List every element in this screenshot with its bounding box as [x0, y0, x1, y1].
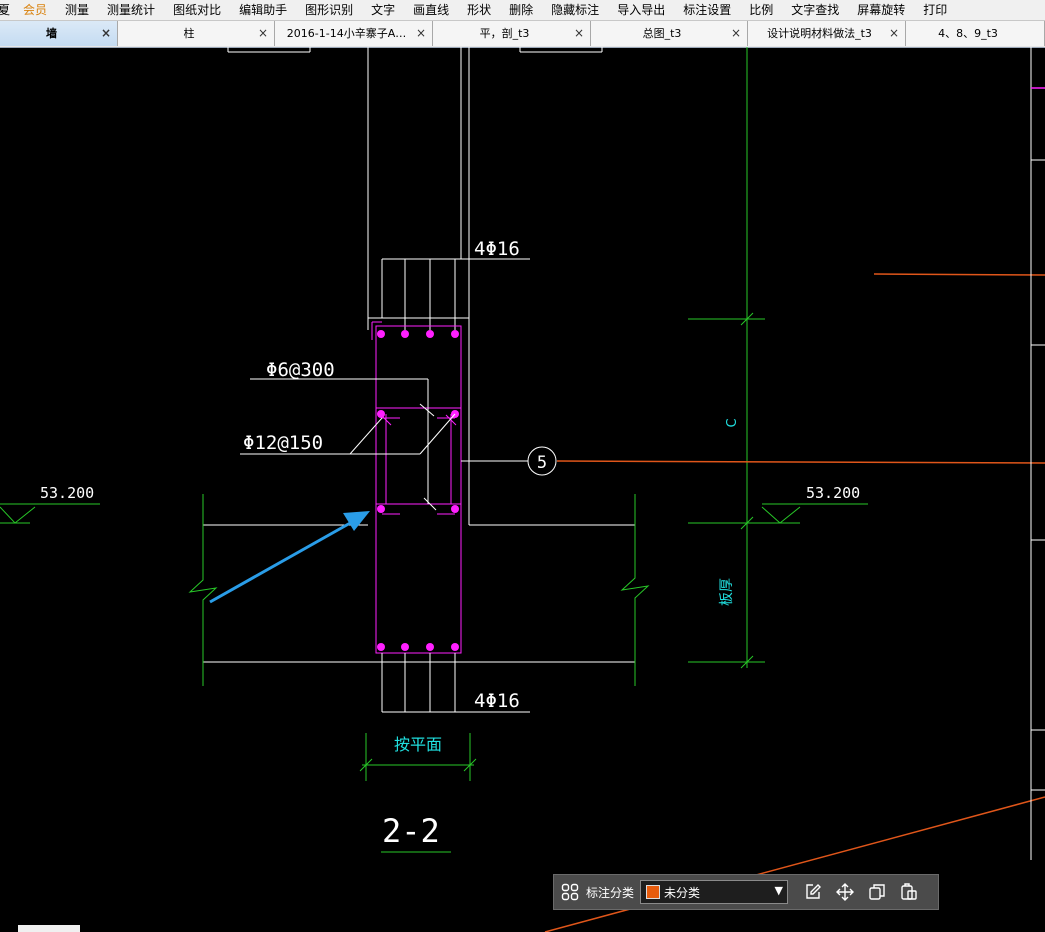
menu-item-9[interactable]: 形状	[458, 0, 500, 20]
tab-label: 2016-1-14小辛寨子A…	[286, 27, 407, 40]
tab-0[interactable]: 墙 ×	[0, 21, 118, 46]
tab-6[interactable]: 4、8、9_t3	[906, 21, 1045, 46]
edit-icon[interactable]	[802, 881, 824, 903]
break-line-left	[188, 494, 218, 686]
status-bar-fragment	[18, 925, 80, 932]
dim-slab-label: 板厚	[719, 578, 735, 606]
tab-label: 4、8、9_t3	[938, 27, 998, 40]
menu-bar: 夏会员测量测量统计图纸对比编辑助手图形识别文字画直线形状删除隐藏标注导入导出标注…	[0, 0, 1045, 21]
copy-icon[interactable]	[866, 881, 888, 903]
menu-item-4[interactable]: 图纸对比	[164, 0, 230, 20]
tab-label: 平，剖_t3	[479, 27, 530, 40]
cad-drawing-canvas[interactable]: 4Φ16 Φ6@300 Φ12@150 5 53.200 53.200 4Φ16…	[0, 47, 1045, 932]
annotation-category-value: 未分类	[664, 885, 701, 900]
grid-icon[interactable]	[559, 881, 581, 903]
document-tab-bar: 墙 × 柱 × 2016-1-14小辛寨子A… × 平，剖_t3 × 总图_t3 × 设计说明材料做…	[0, 21, 1045, 48]
tie-bar-label: Φ12@150	[243, 432, 323, 454]
rebar-top-label: 4Φ16	[474, 238, 520, 260]
menu-item-12[interactable]: 导入导出	[608, 0, 674, 20]
menu-item-14[interactable]: 比例	[740, 0, 782, 20]
orange-line-diagonal	[544, 796, 1045, 932]
annotation-category-label: 标注分类	[586, 885, 635, 900]
axis-line-5	[556, 460, 1045, 464]
menu-item-17[interactable]: 打印	[914, 0, 956, 20]
close-icon[interactable]: ×	[258, 21, 268, 46]
menu-item-1[interactable]: 会员	[14, 0, 56, 20]
menu-item-2[interactable]: 测量	[56, 0, 98, 20]
menu-item-15[interactable]: 文字查找	[782, 0, 848, 20]
tab-label: 柱	[183, 27, 195, 40]
menu-item-13[interactable]: 标注设置	[674, 0, 740, 20]
menu-item-8[interactable]: 画直线	[404, 0, 458, 20]
chevron-down-icon: ▼	[774, 884, 784, 897]
right-frame	[1030, 47, 1045, 860]
dim-width-label: 按平面	[394, 735, 442, 754]
break-line-right	[620, 494, 650, 686]
tab-label: 设计说明材料做法_t3	[767, 27, 872, 40]
paste-icon[interactable]	[898, 881, 920, 903]
close-icon[interactable]: ×	[101, 21, 111, 46]
close-icon[interactable]: ×	[889, 21, 899, 46]
menu-item-16[interactable]: 屏幕旋转	[848, 0, 914, 20]
annotation-category-select[interactable]: 未分类 ▼	[640, 880, 789, 904]
grid-bubble-label: 5	[537, 453, 547, 473]
tab-label: 总图_t3	[642, 27, 682, 40]
tab-4[interactable]: 总图_t3 ×	[591, 21, 748, 46]
close-icon[interactable]: ×	[574, 21, 584, 46]
category-color-swatch	[646, 885, 661, 899]
tab-5[interactable]: 设计说明材料做法_t3 ×	[748, 21, 906, 46]
menu-item-3[interactable]: 测量统计	[98, 0, 164, 20]
menu-item-0[interactable]: 夏	[0, 0, 14, 20]
elevation-right-label: 53.200	[806, 484, 860, 502]
elevation-left-label: 53.200	[40, 484, 94, 502]
stirrup-label: Φ6@300	[266, 359, 335, 381]
rebar-bottom-label: 4Φ16	[474, 690, 520, 712]
menu-item-6[interactable]: 图形识别	[296, 0, 362, 20]
tab-1[interactable]: 柱 ×	[118, 21, 275, 46]
menu-item-5[interactable]: 编辑助手	[230, 0, 296, 20]
menu-item-7[interactable]: 文字	[362, 0, 404, 20]
menu-item-10[interactable]: 删除	[500, 0, 542, 20]
tab-label: 墙	[46, 27, 57, 40]
column-section	[375, 325, 462, 654]
annotation-toolbar: 标注分类 未分类 ▼	[553, 874, 939, 910]
close-icon[interactable]: ×	[731, 21, 741, 46]
menu-item-11[interactable]: 隐藏标注	[542, 0, 608, 20]
rebar-bars	[377, 330, 459, 651]
dim-c-label: C	[725, 418, 740, 427]
move-icon[interactable]	[834, 881, 856, 903]
section-title: 2-2	[382, 812, 440, 850]
close-icon[interactable]: ×	[416, 21, 426, 46]
tab-2[interactable]: 2016-1-14小辛寨子A… ×	[275, 21, 433, 46]
tab-3[interactable]: 平，剖_t3 ×	[433, 21, 591, 46]
orange-line-top	[873, 273, 1045, 276]
